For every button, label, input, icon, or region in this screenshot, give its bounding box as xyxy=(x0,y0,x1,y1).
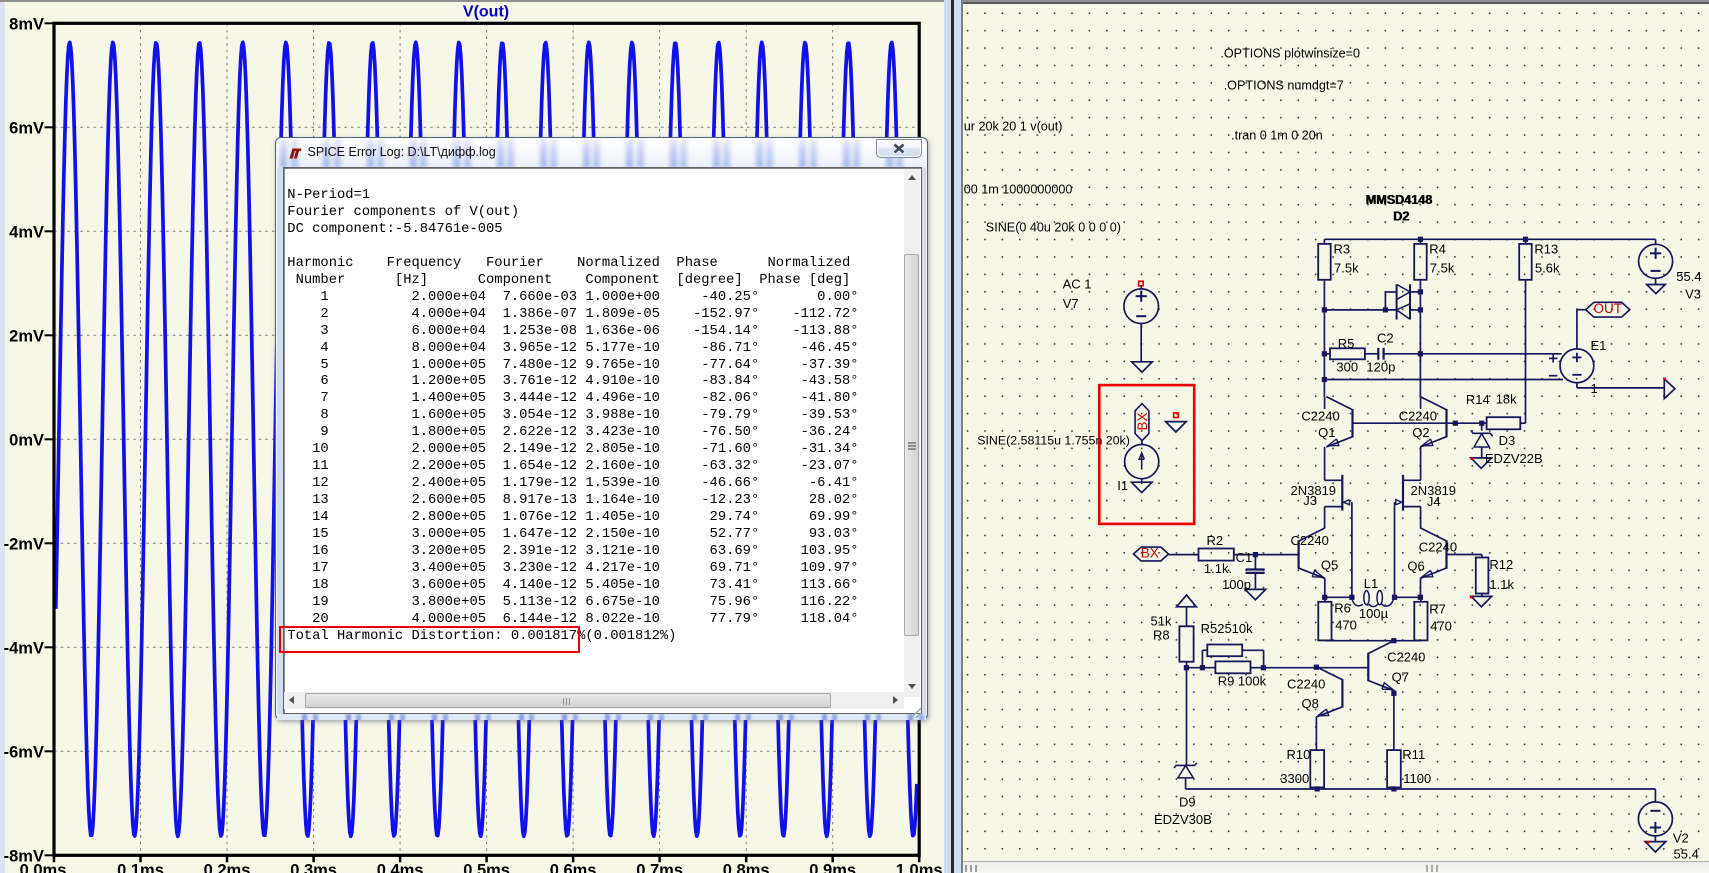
svg-text:3300: 3300 xyxy=(1280,771,1309,786)
svg-text:7.5k: 7.5k xyxy=(1430,261,1455,276)
svg-text:ur 20k 20 1 v(out): ur 20k 20 1 v(out) xyxy=(964,120,1063,134)
svg-text:EDZV30B: EDZV30B xyxy=(1154,812,1212,827)
svg-text:Q6: Q6 xyxy=(1407,558,1424,573)
svg-text:R12: R12 xyxy=(1489,557,1513,572)
svg-text:R52510k: R52510k xyxy=(1201,621,1254,636)
svg-text:Q5: Q5 xyxy=(1321,558,1338,573)
svg-text:0.4ms: 0.4ms xyxy=(377,862,424,873)
svg-text:8mV: 8mV xyxy=(9,15,44,33)
svg-text:5.6k: 5.6k xyxy=(1535,261,1560,276)
svg-text:R3: R3 xyxy=(1334,242,1351,257)
svg-text:Q1: Q1 xyxy=(1318,425,1335,440)
svg-text:C2240: C2240 xyxy=(1399,408,1437,423)
svg-text:J4: J4 xyxy=(1427,494,1441,509)
svg-text:0.5ms: 0.5ms xyxy=(463,862,510,873)
svg-text:C2240: C2240 xyxy=(1301,408,1339,423)
svg-text:D2: D2 xyxy=(1394,210,1410,224)
svg-text:18k: 18k xyxy=(1496,391,1517,406)
svg-text:BX: BX xyxy=(1135,412,1150,430)
svg-text:00 1m 1000000000: 00 1m 1000000000 xyxy=(964,182,1073,196)
svg-text:V2: V2 xyxy=(1673,830,1689,845)
svg-text:1.1k.: 1.1k. xyxy=(1204,561,1232,576)
svg-text:D3: D3 xyxy=(1499,433,1516,448)
svg-text:R10: R10 xyxy=(1287,747,1311,762)
svg-text:470: 470 xyxy=(1430,618,1452,633)
svg-text:470: 470 xyxy=(1335,617,1357,632)
svg-text:-6mV: -6mV xyxy=(4,743,44,761)
svg-text:C2240: C2240 xyxy=(1287,677,1325,692)
svg-text:V(out): V(out) xyxy=(463,4,509,21)
svg-text:R2: R2 xyxy=(1207,533,1224,548)
svg-text:0.9ms: 0.9ms xyxy=(809,862,856,873)
svg-text:1.1k: 1.1k xyxy=(1489,577,1514,592)
svg-text:6mV: 6mV xyxy=(9,119,44,137)
svg-text:BX: BX xyxy=(1141,546,1159,561)
svg-text:0.8ms: 0.8ms xyxy=(723,862,770,873)
svg-text:100µ: 100µ xyxy=(1359,606,1389,621)
svg-text:C1: C1 xyxy=(1236,550,1253,565)
svg-text:R11: R11 xyxy=(1402,747,1425,762)
svg-text:C2240: C2240 xyxy=(1291,533,1329,548)
svg-text:51k: 51k xyxy=(1151,613,1172,628)
svg-text:R4: R4 xyxy=(1429,242,1446,257)
svg-text:100p: 100p xyxy=(1222,577,1251,592)
svg-text:R8: R8 xyxy=(1153,628,1170,643)
svg-text:MMSD4148: MMSD4148 xyxy=(1366,193,1433,207)
svg-text:0.0ms: 0.0ms xyxy=(20,862,67,873)
svg-text:C2240: C2240 xyxy=(1419,540,1457,555)
svg-text:D9: D9 xyxy=(1179,794,1196,809)
svg-text:4mV: 4mV xyxy=(9,223,44,241)
svg-text:.OPTIONS numdgt=7: .OPTIONS numdgt=7 xyxy=(1224,79,1344,93)
svg-text:0.3ms: 0.3ms xyxy=(290,862,337,873)
svg-text:L1: L1 xyxy=(1364,576,1378,591)
svg-text:SINE(0 40u 20k 0 0 0 0): SINE(0 40u 20k 0 0 0 0) xyxy=(986,221,1121,235)
svg-text:R6: R6 xyxy=(1334,600,1351,615)
svg-text:1.0ms: 1.0ms xyxy=(896,862,943,873)
svg-text:2mV: 2mV xyxy=(9,327,44,345)
svg-text:.OPTIONS plotwinsize=0: .OPTIONS plotwinsize=0 xyxy=(1220,47,1360,61)
svg-text:AC 1: AC 1 xyxy=(1063,276,1092,291)
svg-text:SINE(2.58115u 1.755n 20k): SINE(2.58115u 1.755n 20k) xyxy=(977,434,1130,448)
svg-text:7.5k: 7.5k xyxy=(1334,261,1359,276)
svg-text:E1: E1 xyxy=(1591,338,1607,353)
svg-text:1: 1 xyxy=(1591,381,1598,396)
svg-text:Q2: Q2 xyxy=(1412,425,1429,440)
svg-text:55.4: 55.4 xyxy=(1674,846,1699,861)
svg-text:Q8: Q8 xyxy=(1302,696,1319,711)
svg-text:0mV: 0mV xyxy=(9,431,44,449)
svg-text:120p: 120p xyxy=(1366,360,1395,375)
svg-text:R5: R5 xyxy=(1338,336,1355,351)
svg-text:55.4: 55.4 xyxy=(1676,269,1701,284)
svg-text:R13: R13 xyxy=(1534,242,1558,257)
svg-text:Q7: Q7 xyxy=(1392,670,1409,685)
svg-text:C2240: C2240 xyxy=(1387,650,1425,665)
svg-text:0.6ms: 0.6ms xyxy=(550,862,597,873)
svg-text:EDZV22B: EDZV22B xyxy=(1485,451,1543,466)
svg-text:V3: V3 xyxy=(1685,287,1701,302)
svg-text:-2mV: -2mV xyxy=(4,535,44,553)
svg-text:I1: I1 xyxy=(1117,478,1128,493)
svg-text:0.1ms: 0.1ms xyxy=(117,862,164,873)
svg-text:R7: R7 xyxy=(1429,601,1446,616)
svg-text:300: 300 xyxy=(1336,359,1358,374)
svg-text:-4mV: -4mV xyxy=(4,639,44,657)
svg-text:OUT: OUT xyxy=(1594,301,1623,316)
svg-text:V7: V7 xyxy=(1063,296,1079,311)
svg-text:J3: J3 xyxy=(1303,493,1317,508)
svg-text:0.2ms: 0.2ms xyxy=(204,862,251,873)
svg-text:1100: 1100 xyxy=(1403,771,1431,786)
svg-text:C2: C2 xyxy=(1377,330,1394,345)
svg-text:R9 100k: R9 100k xyxy=(1218,674,1267,689)
svg-text:0.7ms: 0.7ms xyxy=(636,862,683,873)
svg-text:R14: R14 xyxy=(1466,392,1490,407)
svg-text:.tran 0 1m 0 20n: .tran 0 1m 0 20n xyxy=(1231,129,1323,143)
